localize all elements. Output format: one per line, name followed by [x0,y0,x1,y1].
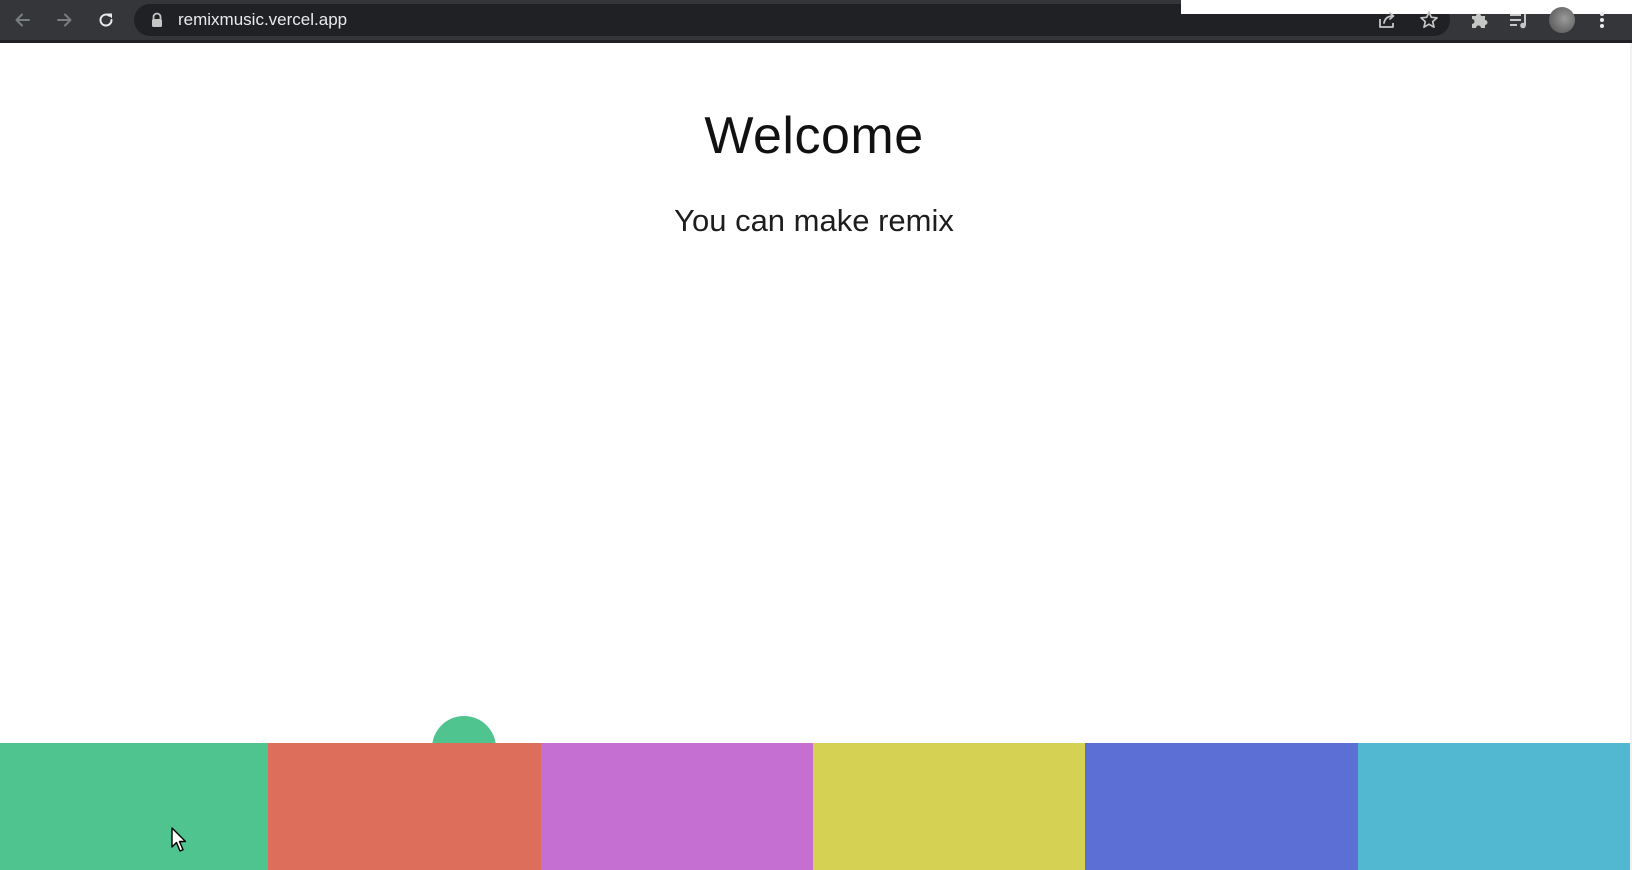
puzzle-icon[interactable] [1467,8,1491,32]
browser-toolbar: remixmusic.vercel.app [0,0,1632,40]
arrow-left-icon [15,13,30,27]
kebab-menu-icon[interactable] [1590,8,1614,32]
star-icon[interactable] [1417,8,1441,32]
page-subtitle: You can make remix [674,203,954,238]
reload-button[interactable] [92,6,120,34]
arrow-right-icon [57,13,72,27]
sound-pad-3[interactable] [541,743,813,870]
sound-pad-2[interactable] [268,743,541,870]
share-icon[interactable] [1375,8,1399,32]
forward-button[interactable] [50,6,78,34]
back-button[interactable] [9,6,37,34]
profile-avatar[interactable] [1549,7,1575,33]
browser-window: remixmusic.vercel.app Welcome You can ma… [0,0,1632,870]
url-text[interactable]: remixmusic.vercel.app [178,4,347,36]
lock-icon[interactable] [150,12,164,32]
sound-pad-6[interactable] [1358,743,1632,870]
mouse-cursor-icon [171,827,187,852]
media-queue-icon[interactable] [1507,8,1531,32]
sound-pad-5[interactable] [1085,743,1358,870]
sound-pad-4[interactable] [813,743,1085,870]
sound-pads [0,743,1632,870]
page-viewport: Welcome You can make remix [0,43,1632,870]
page-title: Welcome [704,107,924,165]
sound-pad-1[interactable] [0,743,268,870]
reload-icon [99,13,113,27]
